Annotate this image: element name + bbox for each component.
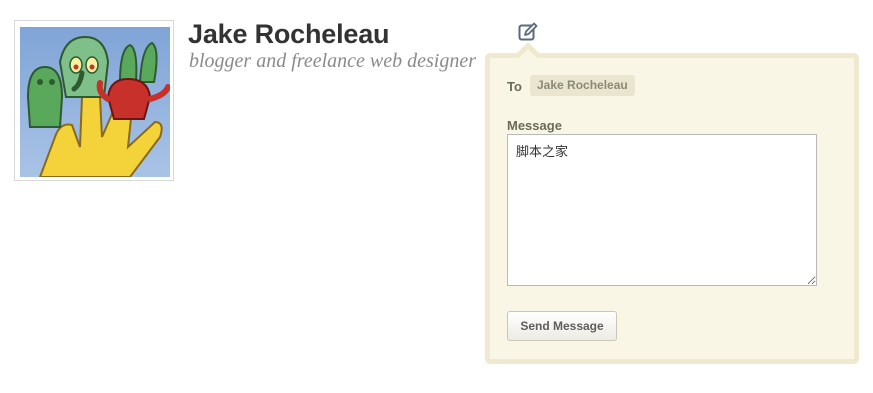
profile-name: Jake Rocheleau	[188, 19, 390, 49]
avatar-frame	[14, 20, 174, 181]
message-label: Message	[507, 118, 562, 133]
send-message-button[interactable]: Send Message	[507, 311, 617, 341]
profile-page: Jake Rocheleau blogger and freelance web…	[0, 0, 873, 393]
avatar	[20, 27, 170, 177]
profile-tagline: blogger and freelance web designer	[189, 50, 476, 72]
popup-arrow-fill	[519, 49, 537, 58]
compose-message-icon[interactable]	[517, 21, 539, 43]
recipient-chip: Jake Rocheleau	[530, 75, 635, 96]
message-textarea[interactable]: 脚本之家	[507, 134, 817, 286]
to-label: To	[507, 79, 522, 94]
